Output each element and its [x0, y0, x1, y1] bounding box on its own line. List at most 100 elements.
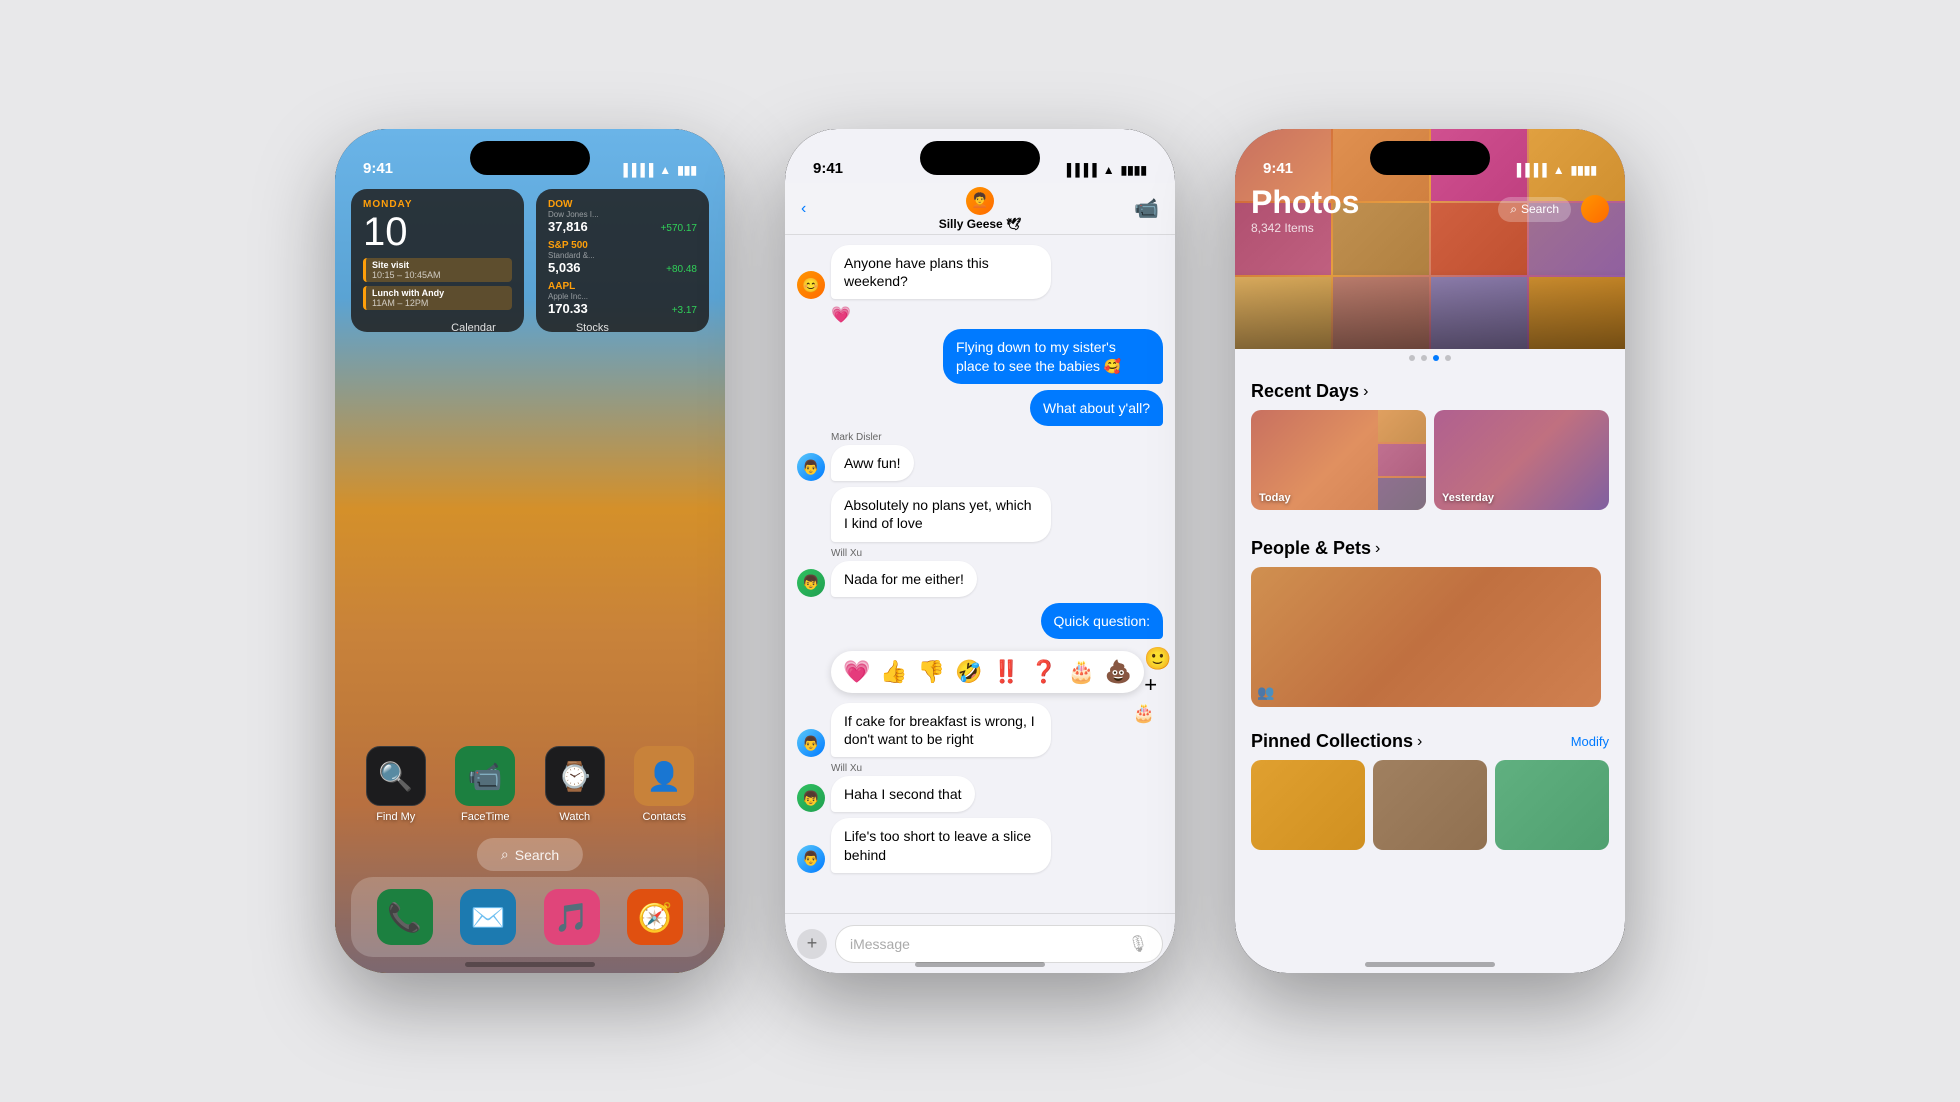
contacts-label: Contacts — [643, 811, 686, 823]
search-icon-photos: ⌕ — [1510, 202, 1517, 217]
photos-title-area: Photos 8,342 Items — [1251, 184, 1359, 235]
message-row-8: 👨 If cake for breakfast is wrong, I don'… — [797, 703, 1163, 757]
sender-avatar-8: 👨 — [797, 729, 825, 757]
widgets-row: MONDAY 10 Site visit 10:15 – 10:45AM Lun… — [351, 189, 709, 332]
video-call-button[interactable]: 📹 — [1134, 196, 1159, 221]
app-findmy[interactable]: 🔍 Find My — [366, 746, 426, 823]
calendar-label: Calendar — [451, 322, 496, 334]
microphone-icon[interactable]: 🎙 — [1128, 934, 1148, 954]
dynamic-island — [470, 141, 590, 175]
status-icons-2: ▐▐▐▐ ▲ ▮▮▮▮ — [1063, 163, 1147, 177]
user-avatar[interactable] — [1581, 195, 1609, 223]
signal-icon-3: ▐▐▐▐ — [1513, 163, 1547, 177]
signal-icon-2: ▐▐▐▐ — [1063, 163, 1097, 177]
status-time: 9:41 — [363, 160, 393, 177]
photos-title: Photos — [1251, 184, 1359, 221]
dot-3[interactable] — [1433, 355, 1439, 361]
tapback-question[interactable]: ❓ — [1030, 659, 1057, 685]
tapback-thumbsup[interactable]: 👍 — [880, 659, 907, 685]
today-thumb[interactable]: Today — [1251, 410, 1426, 510]
cal-day-name: MONDAY — [363, 199, 512, 210]
music-icon: 🎵 — [544, 889, 600, 945]
dot-2[interactable] — [1421, 355, 1427, 361]
signal-icon: ▐▐▐▐ — [619, 163, 653, 177]
recent-days-row: Today Yesterday — [1251, 410, 1609, 510]
battery-icon-3: ▮▮▮▮ — [1571, 163, 1597, 177]
photos-subtitle: 8,342 Items — [1251, 221, 1359, 235]
messages-header: ‹ 🧑‍🦱 Silly Geese 🕊 📹 — [785, 183, 1175, 235]
recent-days-arrow: › — [1363, 383, 1368, 401]
home-indicator-3 — [1365, 962, 1495, 967]
message-bubble-2: Flying down to my sister's place to see … — [943, 329, 1163, 383]
message-input-field[interactable]: iMessage 🎙 — [835, 925, 1163, 963]
facetime-icon: 📹 — [455, 746, 515, 806]
status-time-3: 9:41 — [1263, 160, 1293, 177]
search-label-photos: Search — [1521, 202, 1559, 216]
message-row-8-container: 👨 If cake for breakfast is wrong, I don'… — [797, 703, 1163, 757]
app-watch[interactable]: ⌚ Watch — [545, 746, 605, 823]
person-card-main[interactable]: 👥 — [1251, 567, 1601, 707]
today-label: Today — [1259, 492, 1291, 504]
stock-aapl: AAPL Apple Inc... 170.33 +3.17 — [548, 281, 697, 316]
recent-days-title-row: Recent Days › — [1251, 381, 1368, 402]
tapback-exclaim[interactable]: ‼️ — [993, 659, 1020, 685]
dock-mail[interactable]: ✉️ — [460, 889, 516, 945]
phone-messages: 9:41 ▐▐▐▐ ▲ ▮▮▮▮ ‹ 🧑‍🦱 Silly Geese 🕊 📹 😊… — [785, 129, 1175, 973]
message-bubble-3: What about y'all? — [1030, 390, 1163, 426]
tapback-heart[interactable]: 💗 — [843, 659, 870, 685]
search-icon: ⌕ — [501, 846, 509, 863]
tapback-haha[interactable]: 🤣 — [955, 659, 982, 685]
messages-body: 😊 Anyone have plans this weekend? 💗 Flyi… — [785, 235, 1175, 913]
sender-avatar-mark: 👨 — [797, 453, 825, 481]
tapback-poop[interactable]: 💩 — [1105, 659, 1132, 685]
tapback-row[interactable]: 💗 👍 👎 🤣 ‼️ ❓ 🎂 💩 — [831, 651, 1144, 693]
recent-days-title: Recent Days — [1251, 381, 1359, 402]
dynamic-island-3 — [1370, 141, 1490, 175]
grid-cell-1 — [1378, 410, 1426, 442]
tapback-thumbsdown[interactable]: 👎 — [918, 659, 945, 685]
calendar-widget[interactable]: MONDAY 10 Site visit 10:15 – 10:45AM Lun… — [351, 189, 524, 332]
add-reaction-button[interactable]: 🙂+ — [1144, 646, 1171, 698]
contacts-icon: 👤 — [634, 746, 694, 806]
dock-phone[interactable]: 📞 — [377, 889, 433, 945]
add-attachment-button[interactable]: + — [797, 929, 827, 959]
status-icons: ▐▐▐▐ ▲ ▮▮▮ — [619, 163, 697, 177]
message-bubble-8: If cake for breakfast is wrong, I don't … — [831, 703, 1051, 757]
conversation-title: 🧑‍🦱 Silly Geese 🕊 — [939, 187, 1022, 231]
dot-1[interactable] — [1409, 355, 1415, 361]
dock-music[interactable]: 🎵 — [544, 889, 600, 945]
imessage-placeholder: iMessage — [850, 936, 910, 952]
search-pill[interactable]: ⌕ Search — [477, 838, 583, 871]
cal-event-2: Lunch with Andy 11AM – 12PM — [363, 286, 512, 310]
grid-cell-2 — [1378, 444, 1426, 476]
back-button[interactable]: ‹ — [801, 200, 806, 218]
pinned-flowers[interactable] — [1251, 760, 1365, 850]
message-row-1: 😊 Anyone have plans this weekend? — [797, 245, 1163, 299]
app-facetime[interactable]: 📹 FaceTime — [455, 746, 515, 823]
pinned-map[interactable] — [1495, 760, 1609, 850]
modify-button[interactable]: Modify — [1571, 734, 1609, 749]
stocks-widget[interactable]: DOW Dow Jones I... 37,816 +570.17 S&P 50… — [536, 189, 709, 332]
app-dock: 📞 ✉️ 🎵 🧭 — [351, 877, 709, 957]
watch-label: Watch — [559, 811, 590, 823]
message-bubble-1: Anyone have plans this weekend? — [831, 245, 1051, 299]
message-row-2: Flying down to my sister's place to see … — [797, 329, 1163, 383]
app-grid: 🔍 Find My 📹 FaceTime ⌚ Watch 👤 Contacts — [351, 746, 709, 843]
dot-4[interactable] — [1445, 355, 1451, 361]
wifi-icon-3: ▲ — [1553, 163, 1565, 177]
yesterday-thumb[interactable]: Yesterday — [1434, 410, 1609, 510]
photos-search-button[interactable]: ⌕ Search — [1498, 197, 1571, 222]
people-arrow: › — [1375, 540, 1380, 558]
phone-icon: 📞 — [377, 889, 433, 945]
wifi-icon: ▲ — [659, 163, 671, 177]
message-row-9: 👦 Haha I second that — [797, 776, 1163, 812]
phone-photos: 9:41 ▐▐▐▐ ▲ ▮▮▮▮ Photos 8,342 Items ⌕ Se… — [1235, 129, 1625, 973]
tapback-cake[interactable]: 🎂 — [1067, 659, 1094, 685]
pinned-arrow: › — [1417, 733, 1422, 751]
sender-avatar-1: 😊 — [797, 271, 825, 299]
dock-safari[interactable]: 🧭 — [627, 889, 683, 945]
home-indicator — [465, 962, 595, 967]
search-label: Search — [515, 847, 559, 863]
pinned-elephant[interactable] — [1373, 760, 1487, 850]
app-contacts[interactable]: 👤 Contacts — [634, 746, 694, 823]
